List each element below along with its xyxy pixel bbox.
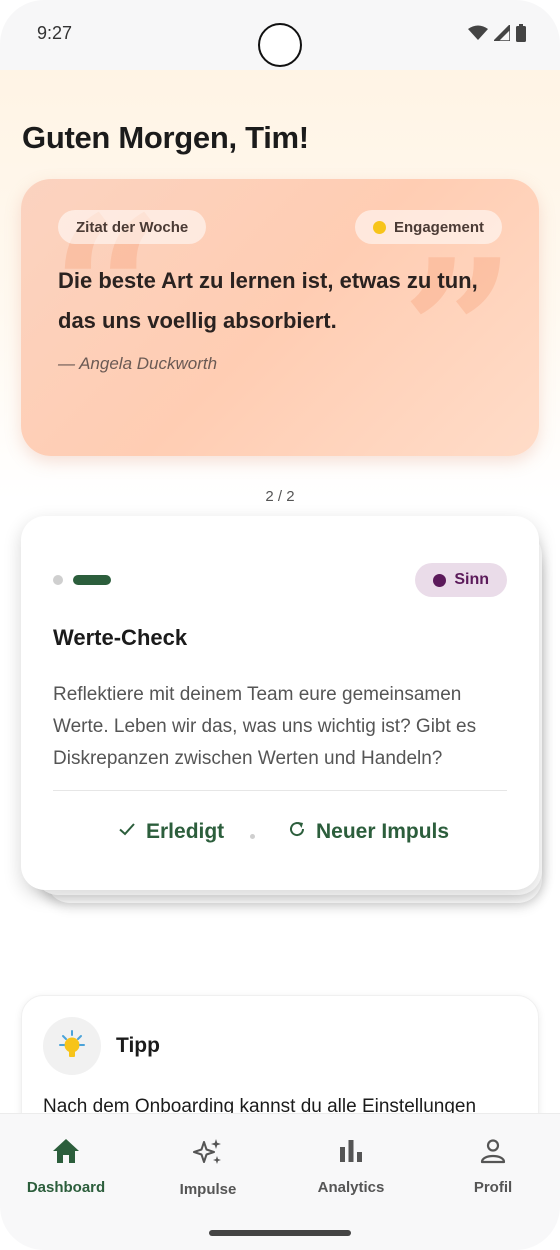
quote-author: — Angela Duckworth <box>58 354 218 373</box>
category-pill: Engagement <box>354 210 502 244</box>
tag-dot <box>433 573 447 587</box>
new-impulse-label: Neuer Impuls <box>316 820 450 843</box>
wifi-icon <box>468 25 488 46</box>
greeting-title: Guten Morgen, Tim! <box>22 120 309 155</box>
status-icons <box>468 23 526 47</box>
status-bar: 9:27 <box>0 0 560 70</box>
nav-impulse[interactable]: Impulse <box>153 1138 263 1198</box>
nav-label: Impulse <box>179 1181 237 1198</box>
quote-label: Zitat der Woche <box>76 218 189 236</box>
camera-cutout <box>258 23 302 67</box>
nav-label: Profil <box>473 1179 513 1196</box>
done-button[interactable]: Erledigt <box>118 820 224 844</box>
home-icon <box>52 1138 80 1169</box>
refresh-icon <box>288 820 306 844</box>
progress-dot-active <box>73 575 111 585</box>
quote-card[interactable]: “ ” Zitat der Woche Engagement Die beste… <box>21 179 539 456</box>
nav-label: Analytics <box>317 1179 385 1196</box>
divider <box>53 790 507 791</box>
nav-dashboard[interactable]: Dashboard <box>11 1138 121 1196</box>
impulse-title: Werte-Check <box>53 625 188 650</box>
person-icon <box>480 1138 506 1169</box>
quote-pager: 2 / 2 <box>265 488 295 505</box>
signal-icon <box>492 23 511 46</box>
lightbulb-icon <box>43 1017 101 1075</box>
progress-dot <box>53 575 63 585</box>
check-icon <box>118 820 136 844</box>
quote-text: Die beste Art zu lernen ist, etwas zu tu… <box>58 268 478 333</box>
new-impulse-button[interactable]: Neuer Impuls <box>288 820 449 844</box>
impulse-tag: Sinn <box>454 571 489 588</box>
impulse-progress <box>53 575 111 585</box>
nav-profil[interactable]: Profil <box>438 1138 548 1196</box>
bar-chart-icon <box>338 1138 364 1169</box>
category-dot <box>372 220 386 234</box>
done-label: Erledigt <box>146 820 225 843</box>
sparkles-icon <box>193 1138 223 1171</box>
app-screen: 9:27 Guten Morgen, Tim! “ ” Zitat der Wo… <box>0 0 560 1250</box>
tip-title: Tipp <box>116 1034 160 1057</box>
quote-label-pill: Zitat der Woche <box>58 210 207 244</box>
impulse-body: Reflektiere mit deinem Team eure gemeins… <box>53 684 477 769</box>
battery-icon <box>516 24 526 47</box>
category-label: Engagement <box>393 218 484 236</box>
status-time: 9:27 <box>37 23 73 43</box>
nav-label: Dashboard <box>26 1179 106 1196</box>
home-indicator[interactable] <box>209 1230 351 1236</box>
nav-analytics[interactable]: Analytics <box>296 1138 406 1196</box>
action-separator <box>250 834 255 839</box>
impulse-card[interactable]: Sinn Werte-Check Reflektiere mit deinem … <box>21 516 539 890</box>
impulse-tag-pill: Sinn <box>415 563 507 597</box>
